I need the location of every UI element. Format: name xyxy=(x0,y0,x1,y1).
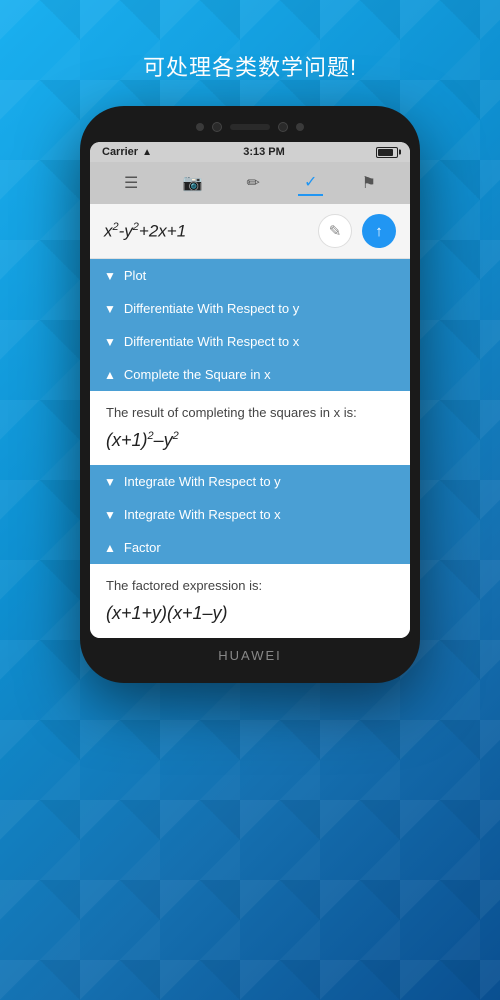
menu-label-diff-y: Differentiate With Respect to y xyxy=(124,301,299,316)
expanded-factor: The factored expression is: (x+1+y)(x+1–… xyxy=(90,564,410,638)
complete-square-description: The result of completing the squares in … xyxy=(106,405,394,420)
phone-screen: Carrier ▲ 3:13 PM ☰ 📷 ✏ ✓ ⚑ x2-y2+2x+1 ✎ xyxy=(90,142,410,638)
wifi-icon: ▲ xyxy=(142,147,152,158)
menu-item-diff-x[interactable]: ▼ Differentiate With Respect to x xyxy=(90,325,410,358)
chevron-complete-square-icon: ▲ xyxy=(104,368,116,382)
chevron-diff-x-icon: ▼ xyxy=(104,335,116,349)
factor-description: The factored expression is: xyxy=(106,578,394,593)
status-bar: Carrier ▲ 3:13 PM xyxy=(90,142,410,162)
battery-icon xyxy=(376,147,398,158)
status-left: Carrier ▲ xyxy=(102,146,152,158)
formula-display: x2-y2+2x+1 xyxy=(104,221,308,242)
upload-button[interactable]: ↑ xyxy=(362,214,396,248)
phone-shell: Carrier ▲ 3:13 PM ☰ 📷 ✏ ✓ ⚑ x2-y2+2x+1 ✎ xyxy=(80,106,420,683)
status-right xyxy=(376,147,398,158)
chevron-integrate-x-icon: ▼ xyxy=(104,508,116,522)
carrier-label: Carrier xyxy=(102,146,138,158)
page-title: 可处理各类数学问题! xyxy=(143,50,357,82)
menu-label-plot: Plot xyxy=(124,268,146,283)
expanded-complete-square: The result of completing the squares in … xyxy=(90,391,410,465)
menu-label-integrate-y: Integrate With Respect to y xyxy=(124,474,281,489)
flag-icon[interactable]: ⚑ xyxy=(356,171,382,195)
complete-square-result: (x+1)2–y2 xyxy=(106,430,394,451)
menu-label-complete-square: Complete the Square in x xyxy=(124,367,271,382)
status-time: 3:13 PM xyxy=(243,146,285,158)
menu-label-integrate-x: Integrate With Respect to x xyxy=(124,507,281,522)
menu-item-diff-y[interactable]: ▼ Differentiate With Respect to y xyxy=(90,292,410,325)
battery-fill xyxy=(378,149,393,156)
factor-result: (x+1+y)(x+1–y) xyxy=(106,603,394,624)
chevron-plot-icon: ▼ xyxy=(104,269,116,283)
chevron-factor-icon: ▲ xyxy=(104,541,116,555)
menu-item-integrate-x[interactable]: ▼ Integrate With Respect to x xyxy=(90,498,410,531)
app-toolbar: ☰ 📷 ✏ ✓ ⚑ xyxy=(90,162,410,204)
menu-item-plot[interactable]: ▼ Plot xyxy=(90,259,410,292)
menu-label-factor: Factor xyxy=(124,540,161,555)
phone-bottom: HUAWEI xyxy=(90,648,410,663)
chevron-diff-y-icon: ▼ xyxy=(104,302,116,316)
chevron-integrate-y-icon: ▼ xyxy=(104,475,116,489)
phone-brand-label: HUAWEI xyxy=(218,648,282,663)
formula-row: x2-y2+2x+1 ✎ ↑ xyxy=(90,204,410,259)
sensor-dot-1 xyxy=(196,123,204,131)
menu-item-factor[interactable]: ▲ Factor xyxy=(90,531,410,564)
menu-item-integrate-y[interactable]: ▼ Integrate With Respect to y xyxy=(90,465,410,498)
menu-label-diff-x: Differentiate With Respect to x xyxy=(124,334,299,349)
menu-item-complete-square[interactable]: ▲ Complete the Square in x xyxy=(90,358,410,391)
sensor-dot-3 xyxy=(296,123,304,131)
menu-icon[interactable]: ☰ xyxy=(118,171,144,195)
check-icon[interactable]: ✓ xyxy=(298,170,323,196)
camera-sensor xyxy=(212,122,222,132)
camera-icon[interactable]: 📷 xyxy=(177,171,209,195)
sensor-dot-2 xyxy=(278,122,288,132)
phone-top-sensors xyxy=(90,122,410,132)
pencil-icon[interactable]: ✏ xyxy=(241,171,266,195)
speaker-grille xyxy=(230,124,270,130)
edit-button[interactable]: ✎ xyxy=(318,214,352,248)
